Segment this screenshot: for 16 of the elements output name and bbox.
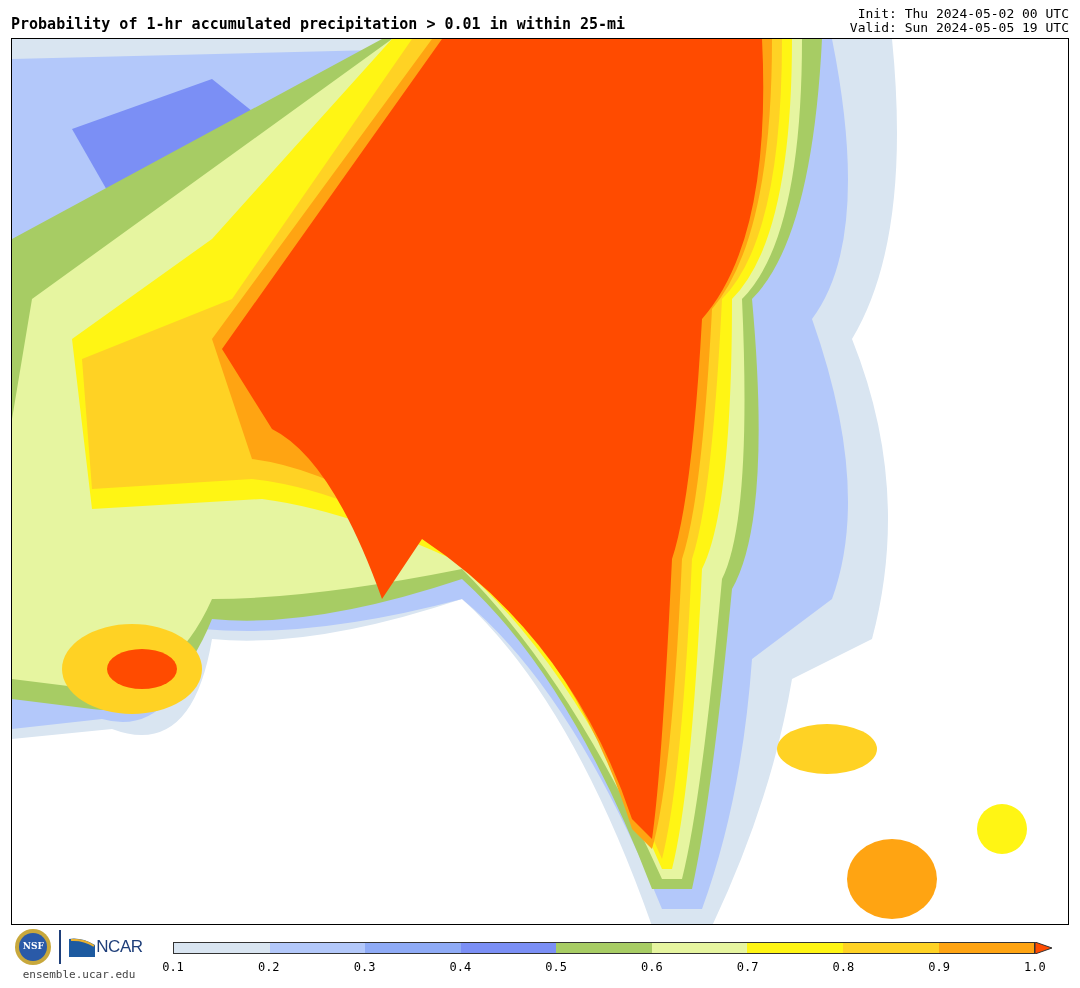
ncar-logo: NCAR (69, 934, 143, 960)
tick-label: 1.0 (1023, 959, 1047, 976)
tick-label: 0.6 (640, 959, 664, 976)
nsf-logo: NSF (15, 929, 52, 965)
tick-label: 0.3 (352, 959, 377, 976)
website-url: ensemble.ucar.edu (22, 967, 136, 983)
tick-label: 0.2 (256, 959, 281, 976)
tick-label: 0.8 (831, 959, 856, 976)
chart-title: Probability of 1-hr accumulated precipitation > 0.01 in within 25-mi (11, 14, 626, 35)
tick-label: 0.5 (544, 959, 568, 976)
init-time: Init: Thu 2024-05-02 00 UTC (857, 7, 1069, 21)
tick-label: 0.4 (448, 959, 473, 976)
tick-label: 0.7 (735, 959, 760, 976)
valid-time: Valid: Sun 2024-05-05 19 UTC (849, 21, 1069, 35)
tick-label: 0.1 (161, 959, 185, 976)
tick-label: 0.9 (927, 959, 951, 976)
